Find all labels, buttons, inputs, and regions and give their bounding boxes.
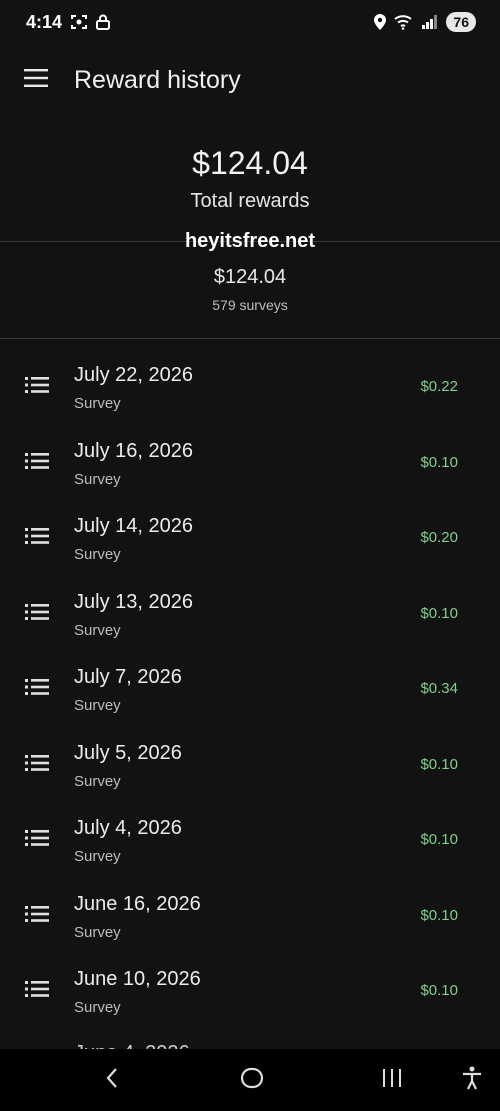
divider bbox=[0, 338, 500, 339]
reward-date: July 14, 2026 bbox=[74, 515, 193, 537]
home-icon bbox=[240, 1067, 264, 1094]
reward-date: July 16, 2026 bbox=[74, 439, 193, 462]
page-title: Reward history bbox=[74, 65, 241, 94]
lock-icon bbox=[96, 14, 111, 30]
screenshot-icon bbox=[70, 14, 88, 30]
recents-button[interactable] bbox=[376, 1065, 408, 1095]
reward-amount: $0.10 bbox=[420, 755, 458, 773]
rewards-summary: $124.04 Total rewards bbox=[0, 140, 500, 213]
menu-icon bbox=[24, 68, 48, 92]
reward-type: Survey bbox=[74, 999, 121, 1016]
list-icon bbox=[25, 754, 49, 776]
list-icon bbox=[25, 377, 49, 398]
reward-date: June 16, 2026 bbox=[74, 892, 201, 915]
reward-list-item[interactable]: July 13, 2026 Survey $0.10 bbox=[0, 576, 500, 652]
app-bar: Reward history bbox=[0, 52, 500, 108]
list-icon bbox=[25, 905, 49, 927]
reward-type: Survey bbox=[74, 848, 121, 865]
list-icon bbox=[25, 452, 49, 474]
reward-amount: $0.22 bbox=[420, 378, 458, 395]
status-bar: 4:14 76 bbox=[0, 0, 500, 44]
reward-list-item[interactable]: June 10, 2026 Survey $0.10 bbox=[0, 953, 500, 1029]
reward-amount: $0.10 bbox=[420, 604, 458, 622]
wifi-icon bbox=[394, 14, 414, 30]
reward-type: Survey bbox=[74, 621, 121, 639]
reward-list-item[interactable]: June 16, 2026 Survey $0.10 bbox=[0, 878, 500, 954]
reward-amount: $0.34 bbox=[420, 680, 458, 697]
reward-date: July 4, 2026 bbox=[74, 817, 182, 839]
accessibility-icon bbox=[461, 1066, 483, 1095]
list-icon bbox=[25, 603, 49, 625]
surveys-amount: $124.04 bbox=[213, 266, 287, 288]
reward-list-item[interactable]: July 5, 2026 Survey $0.10 bbox=[0, 727, 500, 803]
recents-icon bbox=[381, 1068, 403, 1093]
total-label: Total rewards bbox=[190, 190, 310, 212]
navigation-bar bbox=[0, 1049, 500, 1111]
total-amount: $124.04 bbox=[192, 145, 308, 181]
reward-list-item[interactable]: July 22, 2026 Survey $0.22 bbox=[0, 349, 500, 425]
menu-button[interactable] bbox=[12, 56, 60, 104]
reward-list-item[interactable]: July 4, 2026 Survey $0.10 bbox=[0, 802, 500, 878]
reward-date: July 7, 2026 bbox=[74, 666, 182, 688]
status-left: 4:14 bbox=[26, 11, 111, 33]
battery-indicator: 76 bbox=[446, 12, 476, 32]
reward-date: June 10, 2026 bbox=[74, 968, 201, 990]
reward-date: July 22, 2026 bbox=[74, 364, 193, 386]
list-icon bbox=[25, 981, 49, 1002]
home-button[interactable] bbox=[236, 1065, 268, 1095]
reward-amount: $0.10 bbox=[420, 453, 458, 471]
reward-type: Survey bbox=[74, 923, 121, 941]
reward-type: Survey bbox=[74, 546, 121, 563]
list-icon bbox=[25, 830, 49, 851]
surveys-count: 579 surveys bbox=[212, 297, 288, 313]
reward-amount: $0.20 bbox=[420, 529, 458, 546]
reward-type: Survey bbox=[74, 395, 121, 412]
signal-icon bbox=[422, 15, 438, 29]
watermark: heyitsfree.net bbox=[184, 230, 316, 252]
reward-amount: $0.10 bbox=[420, 831, 458, 848]
reward-amount: $0.10 bbox=[420, 906, 458, 924]
reward-list-item[interactable]: July 16, 2026 Survey $0.10 bbox=[0, 425, 500, 501]
reward-type: Survey bbox=[74, 697, 121, 714]
list-icon bbox=[25, 679, 49, 700]
back-button[interactable] bbox=[96, 1065, 128, 1095]
reward-type: Survey bbox=[74, 470, 121, 488]
reward-amount: $0.10 bbox=[420, 982, 458, 999]
reward-list-item[interactable]: July 14, 2026 Survey $0.20 bbox=[0, 500, 500, 576]
reward-date: July 13, 2026 bbox=[74, 590, 193, 613]
status-time: 4:14 bbox=[26, 11, 63, 32]
accessibility-button[interactable] bbox=[456, 1065, 488, 1095]
reward-list: July 22, 2026 Survey $0.22 July 16, 2026 Sur… bbox=[0, 349, 500, 1029]
back-icon bbox=[105, 1067, 119, 1094]
reward-type: Survey bbox=[74, 772, 121, 790]
location-icon bbox=[374, 14, 387, 30]
reward-list-item[interactable]: July 7, 2026 Survey $0.34 bbox=[0, 651, 500, 727]
reward-date: July 5, 2026 bbox=[74, 741, 182, 764]
status-right: 76 bbox=[374, 12, 476, 32]
list-icon bbox=[25, 528, 49, 549]
